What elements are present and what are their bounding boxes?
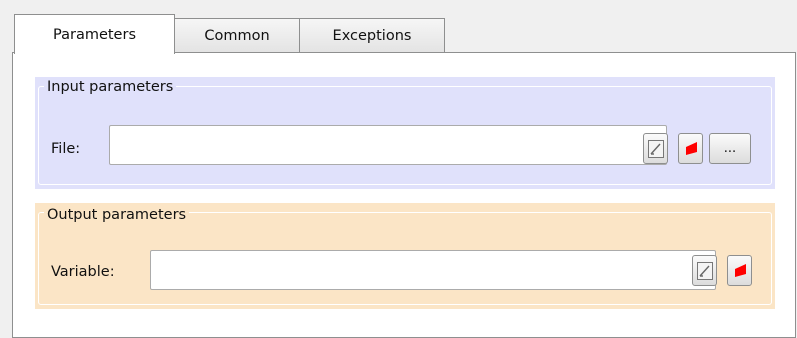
output-group-title: Output parameters: [44, 206, 190, 224]
expression-edit-icon: [647, 139, 664, 158]
browse-button-label: ...: [723, 141, 737, 156]
red-corner-flag-icon: [734, 263, 746, 277]
output-parameters-group: Output parameters Variable:: [35, 203, 775, 309]
parameters-panel: Input parameters File: ... Output parame…: [12, 52, 796, 338]
file-input[interactable]: [109, 125, 667, 165]
variable-label: Variable:: [51, 264, 115, 280]
variable-input[interactable]: [150, 250, 716, 290]
variable-marker-button[interactable]: [727, 255, 752, 286]
tab-common-label: Common: [204, 28, 270, 44]
tab-parameters-label: Parameters: [53, 26, 136, 43]
file-label: File:: [51, 141, 81, 157]
file-marker-button[interactable]: [678, 133, 703, 164]
tab-parameters[interactable]: Parameters: [14, 14, 175, 54]
tab-exceptions[interactable]: Exceptions: [299, 18, 445, 53]
variable-expression-button[interactable]: [692, 255, 717, 286]
tab-exceptions-label: Exceptions: [332, 28, 412, 44]
red-corner-flag-icon: [685, 141, 697, 155]
input-group-title: Input parameters: [44, 78, 177, 96]
file-expression-button[interactable]: [643, 133, 668, 164]
file-browse-button[interactable]: ...: [709, 133, 751, 164]
input-parameters-group: Input parameters File: ...: [35, 77, 775, 189]
tab-common[interactable]: Common: [174, 18, 300, 53]
expression-edit-icon: [696, 261, 713, 280]
